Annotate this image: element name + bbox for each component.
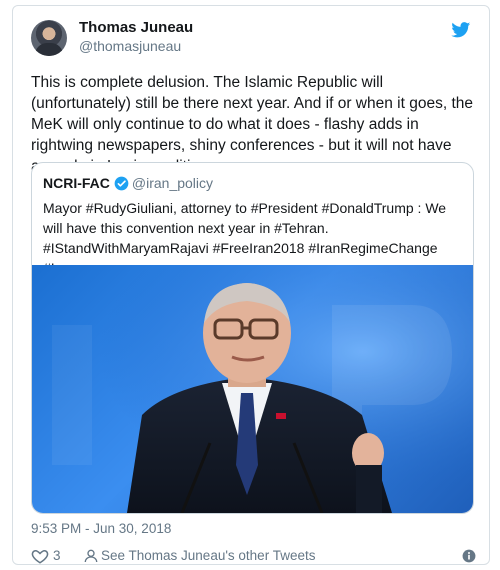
author-name[interactable]: Thomas Juneau (79, 19, 193, 37)
twitter-bird-icon[interactable] (451, 22, 471, 38)
quoted-tweet[interactable]: NCRI-FAC @iran_policy Mayor #RudyGiuliani… (31, 162, 474, 514)
quoted-tweet-photo[interactable] (32, 265, 473, 513)
tweet-header: Thomas Juneau @thomasjuneau (31, 18, 471, 68)
heart-icon[interactable] (31, 547, 49, 565)
quoted-author-handle[interactable]: @iran_policy (132, 175, 213, 191)
quoted-author-name[interactable]: NCRI-FAC (43, 175, 110, 191)
tweet-actions: 3 See Thomas Juneau's other Tweets (31, 547, 476, 567)
person-icon (84, 549, 98, 563)
avatar[interactable] (31, 20, 67, 56)
verified-badge-icon (114, 176, 129, 191)
see-other-tweets-link[interactable]: See Thomas Juneau's other Tweets (101, 548, 315, 563)
author-block: Thomas Juneau @thomasjuneau (79, 19, 193, 55)
like-count: 3 (53, 548, 61, 563)
info-icon[interactable] (462, 549, 476, 563)
speaker-photo-illustration (32, 265, 473, 513)
embedded-tweet-card: Thomas Juneau @thomasjuneau This is comp… (12, 5, 490, 565)
quoted-tweet-header: NCRI-FAC @iran_policy (43, 174, 213, 192)
author-handle[interactable]: @thomasjuneau (79, 37, 193, 55)
tweet-timestamp[interactable]: 9:53 PM - Jun 30, 2018 (31, 521, 171, 536)
